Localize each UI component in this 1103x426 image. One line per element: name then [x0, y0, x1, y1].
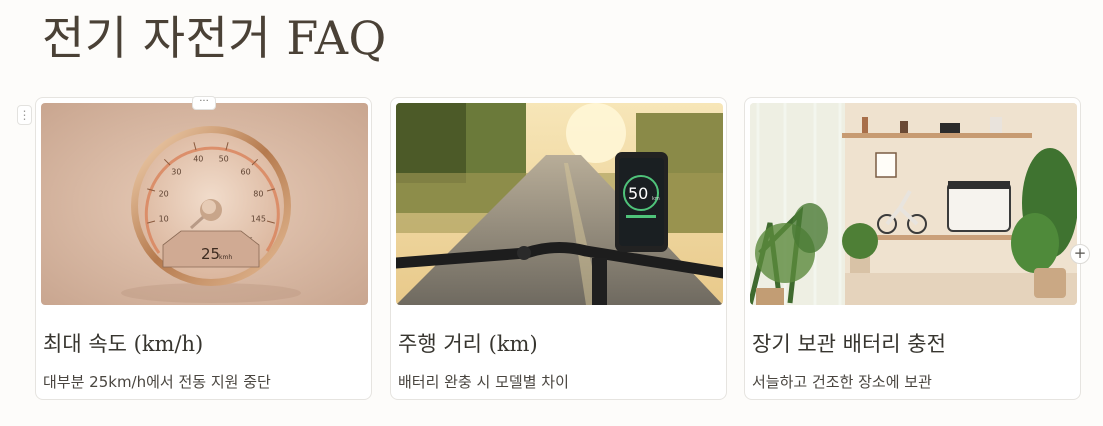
- gallery-view: 010203040506080145165 25 kmh 최대 속도 (km/h…: [35, 97, 1082, 400]
- speedometer-tick-label: 145: [251, 215, 266, 224]
- bike-road-image: 50 km: [396, 103, 723, 305]
- speedometer-tick-label: 40: [193, 155, 203, 164]
- card-title: 주행 거리 (km): [398, 332, 538, 356]
- card-description: 대부분 25km/h에서 전동 지원 중단: [43, 373, 271, 391]
- drag-handle[interactable]: ⋮: [17, 105, 32, 125]
- gallery-card-storage[interactable]: 장기 보관 배터리 충전 서늘하고 건조한 장소에 보관: [744, 97, 1081, 400]
- phone-speed-reading: 50: [628, 184, 648, 203]
- speed-reading: 25: [201, 245, 220, 263]
- page-title: 전기 자전거 FAQ: [42, 11, 387, 65]
- gallery-card-range[interactable]: 50 km 주행 거리 (km) 배터리 완충 시 모델별 차이: [390, 97, 727, 400]
- storage-room-image: [750, 103, 1077, 305]
- card-title: 장기 보관 배터리 충전: [752, 332, 946, 356]
- add-card-button[interactable]: +: [1070, 244, 1090, 264]
- speedometer-image: 010203040506080145165 25 kmh: [41, 103, 368, 305]
- card-description: 서늘하고 건조한 장소에 보관: [752, 373, 932, 391]
- speedometer-tick-label: 60: [241, 167, 251, 176]
- speed-unit: kmh: [219, 254, 232, 261]
- more-options-button[interactable]: ···: [192, 96, 216, 110]
- speedometer-tick-label: 20: [159, 189, 169, 198]
- gallery-card-max-speed[interactable]: 010203040506080145165 25 kmh 최대 속도 (km/h…: [35, 97, 372, 400]
- speedometer-tick-label: 10: [159, 215, 169, 224]
- card-description: 배터리 완충 시 모델별 차이: [398, 373, 569, 391]
- speedometer-tick-label: 80: [253, 189, 263, 198]
- speedometer-tick-label: 50: [219, 155, 229, 164]
- card-title: 최대 속도 (km/h): [43, 332, 204, 356]
- speedometer-tick-label: 30: [171, 167, 181, 176]
- phone-speed-unit: km: [652, 196, 660, 202]
